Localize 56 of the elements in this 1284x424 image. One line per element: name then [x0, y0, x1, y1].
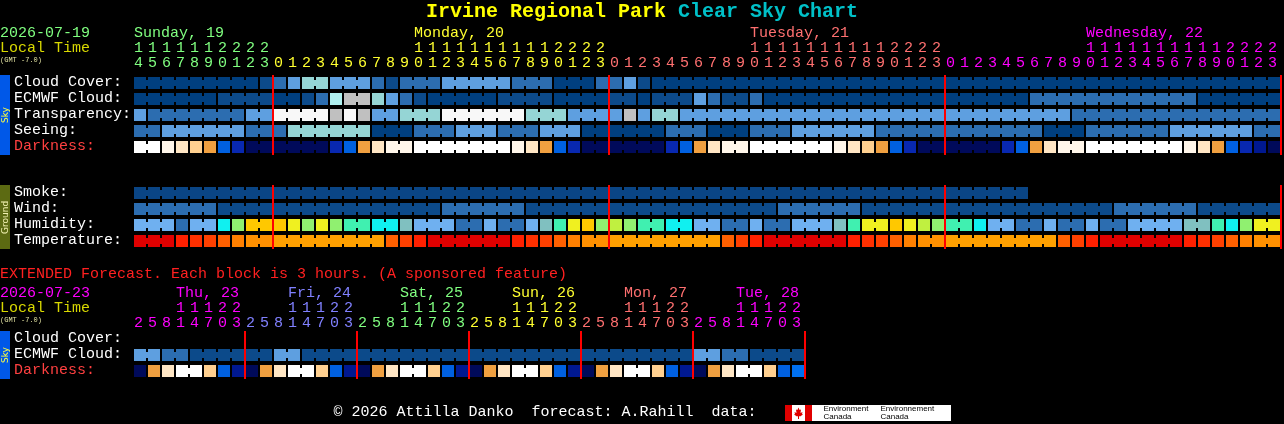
hour-tens-digits: 1 1 1 2 2 — [400, 301, 465, 316]
site-title: Irvine Regional Park — [425, 0, 666, 24]
day-label: Wednesday, 22 — [1085, 26, 1203, 41]
day-label: Sat, 25 — [400, 286, 463, 301]
ground-section-label: Ground — [0, 185, 10, 249]
flag-icon — [784, 405, 812, 421]
day-label: Fri, 24 — [288, 286, 351, 301]
forecast-date: 2026-07-19 — [0, 26, 91, 41]
hour-digits: 0 1 2 3 4 5 6 7 8 9 0 1 2 3 4 5 6 7 8 9 0 1 2 3 — [274, 56, 606, 71]
hour-tens-digits: 1 1 1 2 2 — [288, 301, 353, 316]
row-label: Smoke: — [14, 185, 69, 201]
logo-text: Environment Canada — [823, 405, 869, 421]
row-label: Cloud Cover: — [14, 75, 124, 91]
day-label: Thu, 23 — [176, 286, 239, 301]
hour-tens-digits: 1 1 1 2 2 — [176, 301, 241, 316]
day-label: Tuesday, 21 — [749, 26, 849, 41]
row-label: Cloud Cover: — [14, 331, 123, 347]
credits-text: © 2026 Attilla Danko forecast: A.Rahill data: — [333, 405, 757, 421]
day-label: Monday, 20 — [413, 26, 504, 41]
row-label: Seeing: — [14, 123, 78, 139]
hour-digits: 2 5 8 1 4 7 0 3 — [358, 316, 466, 331]
hour-digits: 2 5 8 1 4 7 0 3 — [134, 316, 242, 331]
forecast-date: 2026-07-23 — [0, 286, 91, 301]
logo-text: Environnement Canada — [880, 405, 935, 421]
hour-digits: 0 1 2 3 4 5 6 7 8 9 0 1 2 3 4 5 6 7 8 9 0 1 2 3 — [946, 56, 1278, 71]
local-time-label: Local Time — [0, 41, 91, 56]
hour-digits: 2 5 8 1 4 7 0 3 — [582, 316, 690, 331]
row-label: ECMWF Cloud: — [14, 91, 124, 107]
hour-tens-digits: 1 1 1 2 2 — [512, 301, 577, 316]
hour-digits: 4 5 6 7 8 9 0 1 2 3 — [134, 56, 270, 71]
hour-tens-digits: 1 1 1 1 1 1 1 1 1 1 2 2 2 2 — [413, 41, 605, 56]
hour-digits: 2 5 8 1 4 7 0 3 — [470, 316, 578, 331]
local-time-label: Local Time — [0, 301, 91, 316]
hour-tens-digits: 1 1 1 2 2 — [624, 301, 689, 316]
sky-section-label: Sky — [0, 331, 10, 379]
row-label: Temperature: — [14, 233, 123, 249]
row-label: Darkness: — [14, 363, 96, 379]
row-label: ECMWF Cloud: — [14, 347, 123, 363]
row-label: Transparency: — [14, 107, 132, 123]
extended-forecast-note: EXTENDED Forecast. Each block is 3 hours. (A sponsored feature) — [0, 267, 569, 283]
day-label: Tue, 28 — [736, 286, 799, 301]
hour-tens-digits: 1 1 1 2 2 — [736, 301, 801, 316]
hour-tens-digits: 1 1 1 1 1 1 1 1 1 1 2 2 2 2 — [749, 41, 941, 56]
hour-digits: 2 5 8 1 4 7 0 3 — [246, 316, 354, 331]
day-label: Sun, 26 — [512, 286, 575, 301]
hour-digits: 2 5 8 1 4 7 0 3 — [694, 316, 802, 331]
chart-title: Clear Sky Chart — [678, 0, 859, 24]
day-label: Mon, 27 — [624, 286, 687, 301]
row-label: Darkness: — [14, 139, 96, 155]
day-label: Sunday, 19 — [133, 26, 224, 41]
hour-tens-digits: 1 1 1 1 1 1 2 2 2 2 — [133, 41, 269, 56]
hour-digits: 0 1 2 3 4 5 6 7 8 9 0 1 2 3 4 5 6 7 8 9 0 1 2 3 — [610, 56, 942, 71]
sky-section-label: Sky — [0, 75, 10, 155]
row-label: Wind: — [14, 201, 60, 217]
hour-tens-digits: 1 1 1 1 1 1 1 1 1 1 2 2 2 2 — [1085, 41, 1277, 56]
row-label: Humidity: — [14, 217, 96, 233]
